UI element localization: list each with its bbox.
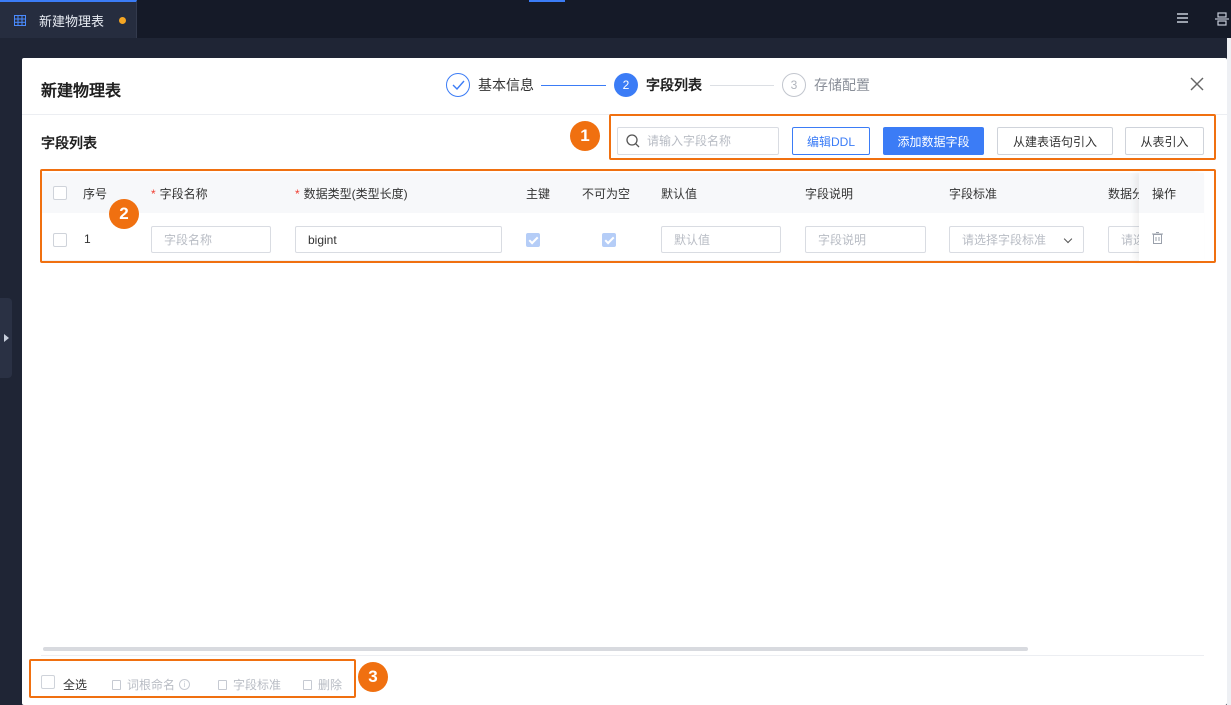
step-label: 基本信息 <box>478 77 534 93</box>
step-basic-info[interactable]: 基本信息 <box>446 73 534 97</box>
unsaved-dot-icon <box>119 16 127 24</box>
horizontal-scrollbar[interactable] <box>43 647 1028 651</box>
annotation-badge-2: 2 <box>109 199 139 229</box>
panel-title: 新建物理表 <box>41 83 122 100</box>
caret-right-icon <box>3 334 9 342</box>
step-storage-config[interactable]: 3 存储配置 <box>782 73 870 97</box>
step-number: 2 <box>614 73 638 97</box>
annotation-badge-1: 1 <box>570 121 600 151</box>
annotation-box-1 <box>609 114 1216 160</box>
divider <box>41 655 1204 656</box>
step-connector <box>710 85 774 86</box>
active-indicator <box>529 0 565 2</box>
annotation-badge-3: 3 <box>358 662 388 692</box>
step-connector <box>541 85 606 86</box>
step-field-list[interactable]: 2 字段列表 <box>614 73 702 97</box>
step-number: 3 <box>782 73 806 97</box>
editor-tab[interactable]: 新建物理表 <box>0 0 137 38</box>
check-icon <box>446 73 470 97</box>
menu-icon[interactable] <box>1176 12 1189 24</box>
table-icon <box>14 14 26 26</box>
side-drawer-toggle[interactable] <box>0 298 12 378</box>
annotation-box-3 <box>29 659 356 698</box>
top-bar: 新建物理表 <box>0 0 1231 38</box>
close-icon[interactable] <box>1189 76 1205 92</box>
annotation-box-2 <box>40 169 1216 263</box>
step-label: 存储配置 <box>814 77 870 93</box>
tab-label: 新建物理表 <box>39 13 105 29</box>
layout-icon[interactable] <box>1215 12 1229 26</box>
section-title: 字段列表 <box>41 135 97 151</box>
step-label: 字段列表 <box>646 77 702 93</box>
right-edge <box>1227 38 1231 705</box>
